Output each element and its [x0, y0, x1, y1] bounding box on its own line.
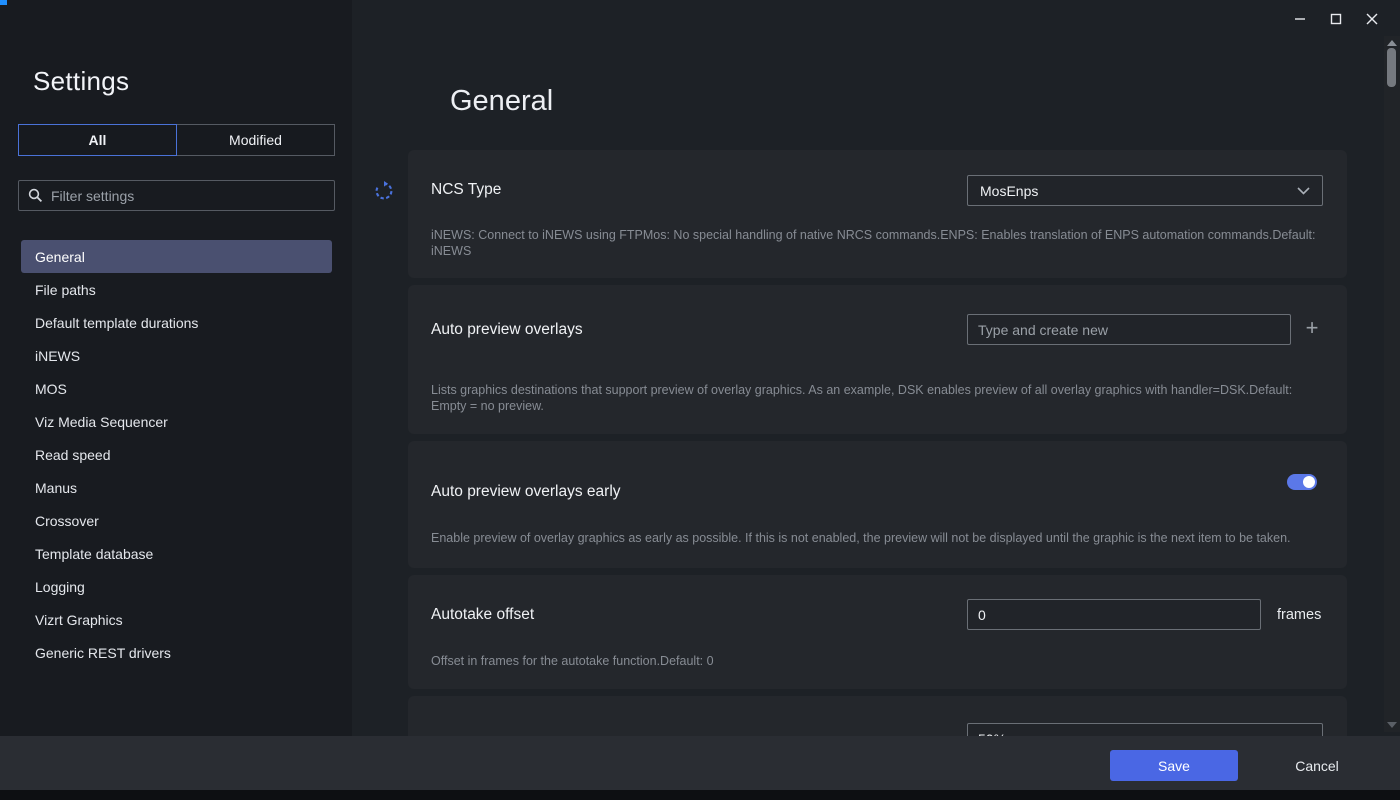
- scrollbar-thumb[interactable]: [1387, 48, 1396, 87]
- filter-settings-box: [18, 180, 335, 211]
- scrollbar-up-arrow-icon[interactable]: [1387, 40, 1397, 46]
- sidebar-item-default-template-durations[interactable]: Default template durations: [21, 306, 332, 339]
- sidebar-item-logging[interactable]: Logging: [21, 570, 332, 603]
- auto-preview-early-toggle[interactable]: [1287, 474, 1317, 490]
- window-controls: [1286, 0, 1386, 38]
- window-corner-artifact: [0, 0, 7, 5]
- tab-modified[interactable]: Modified: [176, 124, 335, 156]
- tab-all[interactable]: All: [18, 124, 177, 156]
- maximize-icon: [1330, 13, 1342, 25]
- cancel-button[interactable]: Cancel: [1272, 750, 1362, 781]
- sidebar-item-template-database[interactable]: Template database: [21, 537, 332, 570]
- setting-card-ncs-type: NCS Type MosEnps iNEWS: Connect to iNEWS…: [408, 150, 1347, 278]
- autotake-offset-input[interactable]: [967, 599, 1261, 630]
- setting-description: Lists graphics destinations that support…: [431, 382, 1329, 414]
- close-button[interactable]: [1358, 5, 1386, 33]
- window-bottom-edge: [0, 790, 1400, 800]
- setting-card-auto-preview-overlays-early: Auto preview overlays early Enable previ…: [408, 441, 1347, 568]
- sidebar-item-file-paths[interactable]: File paths: [21, 273, 332, 306]
- maximize-button[interactable]: [1322, 5, 1350, 33]
- page-title: General: [450, 85, 553, 118]
- auto-preview-overlays-input[interactable]: [967, 314, 1291, 345]
- minimize-icon: [1294, 13, 1306, 25]
- scrollbar-down-arrow-icon[interactable]: [1387, 722, 1397, 728]
- sidebar-item-generic-rest-drivers[interactable]: Generic REST drivers: [21, 636, 332, 669]
- setting-description: Enable preview of overlay graphics as ea…: [431, 530, 1329, 546]
- add-item-button[interactable]: +: [1299, 312, 1325, 343]
- settings-nav: General File paths Default template dura…: [21, 240, 332, 669]
- setting-description: iNEWS: Connect to iNEWS using FTPMos: No…: [431, 227, 1329, 259]
- sidebar-item-crossover[interactable]: Crossover: [21, 504, 332, 537]
- sidebar-item-vizrt-graphics[interactable]: Vizrt Graphics: [21, 603, 332, 636]
- reset-to-default-icon[interactable]: [374, 181, 394, 201]
- chevron-down-icon: [1297, 187, 1310, 195]
- search-icon: [28, 188, 43, 203]
- setting-label: Autotake offset: [431, 606, 534, 624]
- setting-card-autotake-offset: Autotake offset frames Offset in frames …: [408, 575, 1347, 689]
- ncs-type-select[interactable]: MosEnps: [967, 175, 1323, 206]
- settings-sidebar: Settings All Modified General File paths…: [0, 0, 352, 736]
- sidebar-item-mos[interactable]: MOS: [21, 372, 332, 405]
- sidebar-title: Settings: [33, 66, 129, 97]
- close-icon: [1366, 13, 1378, 25]
- sidebar-item-inews[interactable]: iNEWS: [21, 339, 332, 372]
- sidebar-item-manus[interactable]: Manus: [21, 471, 332, 504]
- setting-description: Offset in frames for the autotake functi…: [431, 653, 1329, 669]
- sidebar-item-read-speed[interactable]: Read speed: [21, 438, 332, 471]
- setting-label: Auto preview overlays: [431, 321, 583, 339]
- ncs-type-value: MosEnps: [980, 183, 1038, 199]
- save-button[interactable]: Save: [1110, 750, 1238, 781]
- sidebar-item-general[interactable]: General: [21, 240, 332, 273]
- minimize-button[interactable]: [1286, 5, 1314, 33]
- unit-label: frames: [1277, 599, 1321, 630]
- setting-label: NCS Type: [431, 181, 501, 199]
- filter-tab-group: All Modified: [18, 124, 335, 156]
- toggle-knob: [1303, 476, 1315, 488]
- setting-label: Auto preview overlays early: [431, 483, 621, 501]
- sidebar-item-viz-media-sequencer[interactable]: Viz Media Sequencer: [21, 405, 332, 438]
- main-scrollbar[interactable]: [1384, 36, 1400, 732]
- filter-settings-input[interactable]: [51, 188, 325, 204]
- setting-card-auto-preview-overlays: Auto preview overlays + Lists graphics d…: [408, 285, 1347, 434]
- footer-bar: Save Cancel: [0, 736, 1400, 790]
